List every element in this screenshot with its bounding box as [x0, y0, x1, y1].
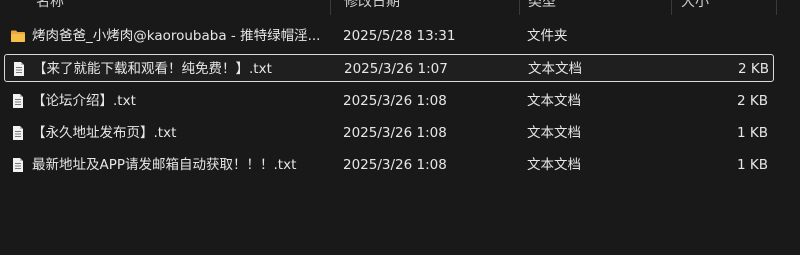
file-size: 2 KB [738, 61, 769, 77]
column-header: 名称 修改日期 类型 大小 [0, 0, 800, 15]
column-header-type[interactable]: 类型 [528, 0, 556, 13]
column-divider[interactable] [671, 0, 672, 15]
column-divider[interactable] [330, 0, 331, 15]
folder-icon [11, 30, 25, 42]
file-date: 2025/3/26 1:08 [343, 93, 447, 109]
column-divider[interactable] [776, 0, 777, 15]
file-name: 烤肉爸爸_小烤肉@kaoroubaba - 推特绿帽淫... [32, 28, 321, 44]
file-type: 文本文档 [527, 125, 581, 141]
file-size: 2 KB [737, 93, 768, 109]
text-file-icon [13, 158, 23, 172]
list-item-file[interactable]: 最新地址及APP请发邮箱自动获取！！！.txt 2025/3/26 1:08 文… [4, 151, 774, 179]
file-date: 2025/5/28 13:31 [343, 28, 456, 44]
file-size [664, 22, 768, 50]
file-date: 2025/3/26 1:08 [343, 125, 447, 141]
list-item-file[interactable]: 【来了就能下载和观看！纯免费！】.txt 2025/3/26 1:07 文本文档… [4, 54, 774, 82]
file-size: 1 KB [737, 157, 768, 173]
file-name: 【论坛介绍】.txt [32, 93, 136, 109]
file-type: 文本文档 [527, 93, 581, 109]
file-explorer-list: 名称 修改日期 类型 大小 烤肉爸爸_小烤肉@kaoroubaba - 推特绿帽… [0, 0, 800, 255]
file-type: 文本文档 [527, 157, 581, 173]
file-date: 2025/3/26 1:08 [343, 157, 447, 173]
column-header-size[interactable]: 大小 [681, 0, 709, 13]
file-type: 文件夹 [527, 28, 568, 44]
file-name: 最新地址及APP请发邮箱自动获取！！！.txt [32, 157, 297, 173]
text-file-icon [14, 62, 24, 76]
list-item-file[interactable]: 【论坛介绍】.txt 2025/3/26 1:08 文本文档 2 KB [4, 87, 774, 115]
text-file-icon [13, 94, 23, 108]
list-item-folder[interactable]: 烤肉爸爸_小烤肉@kaoroubaba - 推特绿帽淫... 2025/5/28… [4, 22, 774, 50]
column-divider[interactable] [519, 0, 520, 15]
list-item-file[interactable]: 【永久地址发布页】.txt 2025/3/26 1:08 文本文档 1 KB [4, 119, 774, 147]
column-header-name[interactable]: 名称 [36, 0, 64, 13]
file-type: 文本文档 [528, 61, 582, 77]
file-name: 【永久地址发布页】.txt [32, 125, 177, 141]
file-date: 2025/3/26 1:07 [344, 61, 448, 77]
file-name: 【来了就能下载和观看！纯免费！】.txt [33, 61, 272, 77]
file-size: 1 KB [737, 125, 768, 141]
column-header-date[interactable]: 修改日期 [344, 0, 400, 13]
text-file-icon [13, 126, 23, 140]
